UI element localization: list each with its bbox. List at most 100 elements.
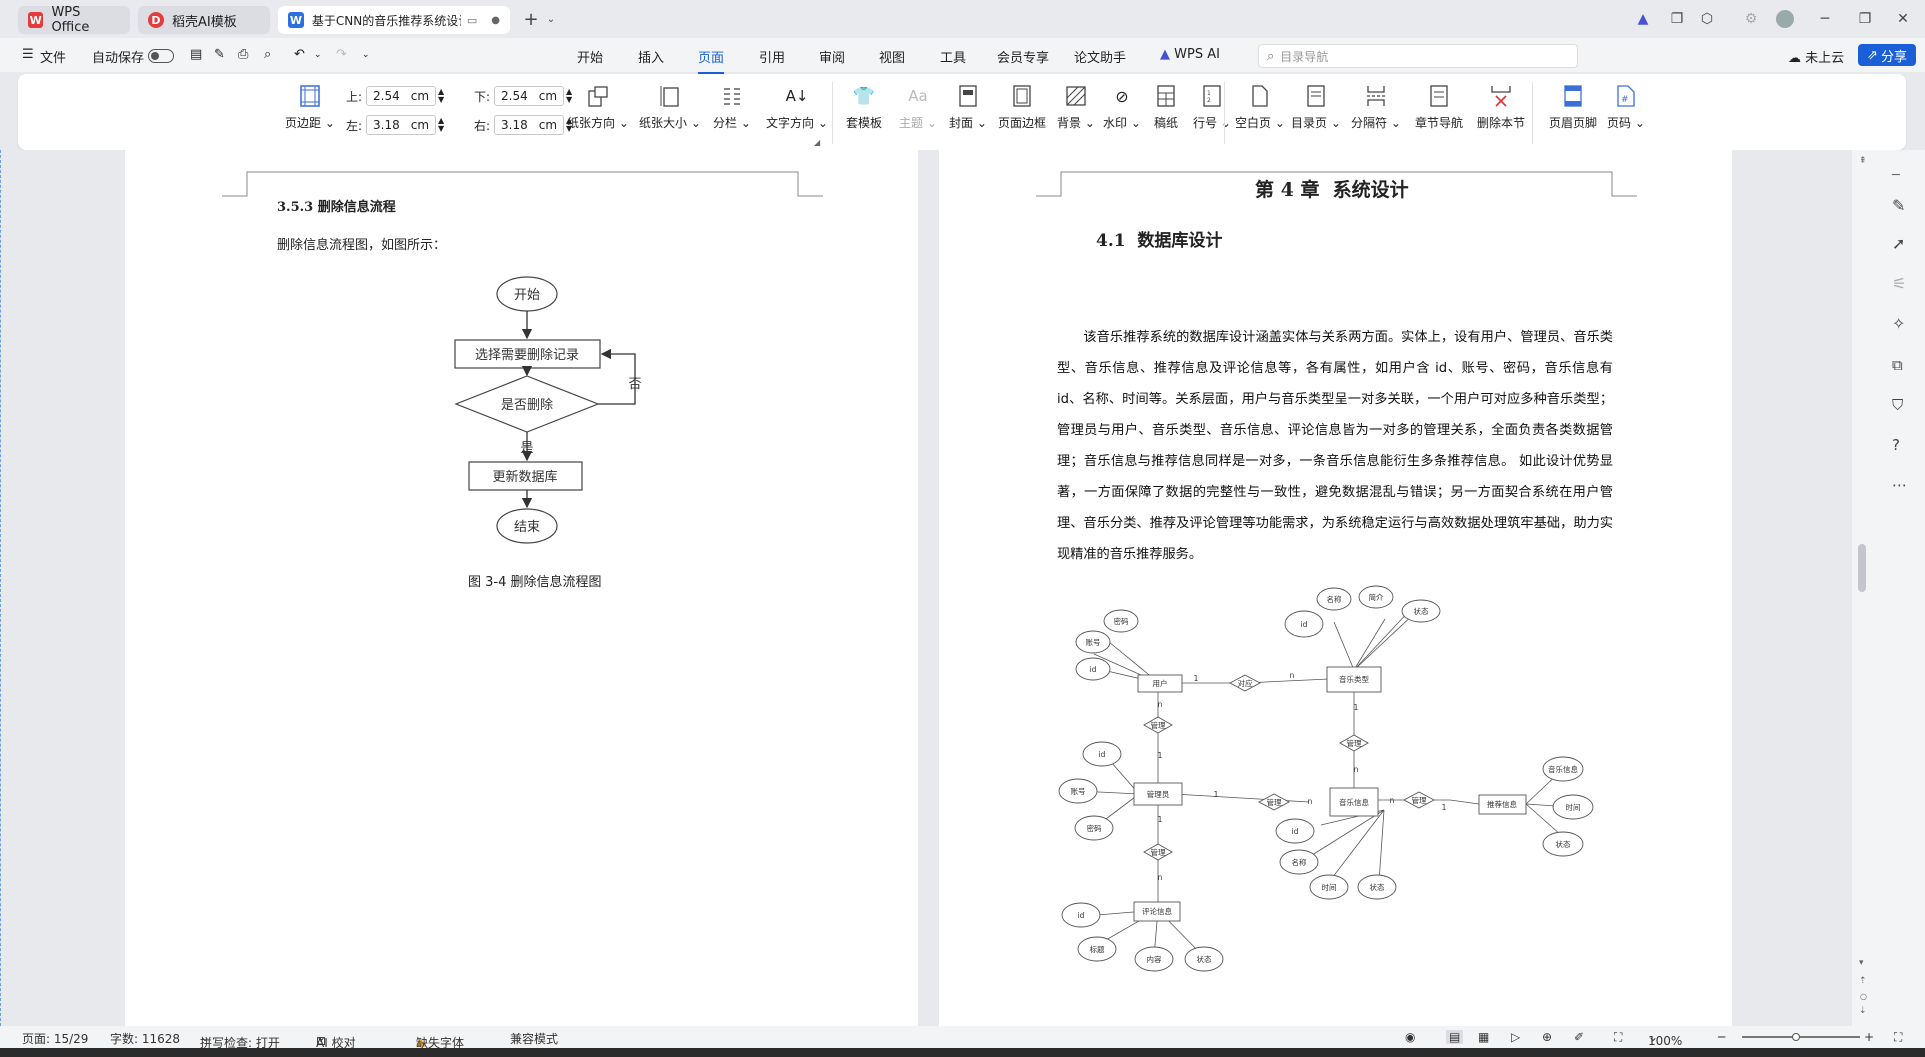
tab-docer-ai[interactable]: D 稻壳AI模板 <box>138 6 270 34</box>
share-button[interactable]: ⇗ 分享 <box>1858 44 1916 66</box>
save-icon[interactable]: ▤ <box>190 47 202 62</box>
header-footer-button[interactable]: 页眉页脚 <box>1542 84 1604 144</box>
print-preview-icon[interactable]: ⌕ <box>264 47 271 62</box>
print-icon[interactable]: ⎙ <box>238 47 248 62</box>
orientation-button[interactable]: 纸张方向 ⌄ <box>566 84 630 144</box>
hamburger-icon[interactable]: ☰ <box>22 47 34 62</box>
intro-text: 删除信息流程图，如图所示： <box>277 238 447 253</box>
avatar[interactable] <box>1774 8 1796 30</box>
theme-button[interactable]: Aa 主题 ⌄ <box>890 84 946 144</box>
ai-check-button[interactable]: ⊡ AI 校对 ⌄ <box>316 1030 356 1050</box>
redo-icon[interactable]: ↷ <box>336 47 347 62</box>
menu-home[interactable]: 开始 <box>577 47 603 66</box>
new-tab-icon[interactable]: + <box>520 8 542 30</box>
menu-reference[interactable]: 引用 <box>759 47 785 66</box>
menu-review[interactable]: 审阅 <box>819 47 845 66</box>
menu-view[interactable]: 视图 <box>879 47 905 66</box>
undo-dropdown-icon[interactable]: ⌄ <box>314 50 322 60</box>
vertical-scrollbar[interactable]: ⇞ ▾ ⇡ ○ ⇣ <box>1852 150 1876 1026</box>
er-label: 状态 <box>1414 606 1430 616</box>
columns-button[interactable]: 分栏 ⌄ <box>704 84 760 144</box>
page-view-icon[interactable]: ▤ <box>1446 1030 1464 1044</box>
separator-button[interactable]: 分隔符 ⌄ <box>1348 84 1404 144</box>
cube-icon[interactable]: ⬡ <box>1696 8 1718 30</box>
prev-page-icon[interactable]: ⇡ <box>1859 976 1867 986</box>
zoom-out-icon[interactable]: ─ <box>1718 1030 1725 1044</box>
paper-size-button[interactable]: 纸张大小 ⌄ <box>638 84 702 144</box>
ribbon-expand-icon[interactable]: ◢ <box>814 138 820 147</box>
window-restore-icon[interactable]: ❐ <box>1666 8 1688 30</box>
zoom-in-icon[interactable]: + <box>1864 1030 1874 1044</box>
outline-view-icon[interactable]: ▦ <box>1478 1030 1489 1044</box>
settings-gear-icon[interactable]: ⚙ <box>1740 8 1762 30</box>
page-number-button[interactable]: # 页码 ⌄ <box>1598 84 1654 144</box>
menu-wps-ai[interactable]: ▲ WPS AI <box>1160 47 1220 62</box>
menu-page[interactable]: 页面 <box>698 47 725 74</box>
template-button[interactable]: 👕 套模板 <box>836 84 892 144</box>
shirt-tool-icon[interactable]: ⛉ <box>1892 396 1903 414</box>
tab-document[interactable]: W 基于CNN的音乐推荐系统设计 ▭ ● <box>278 6 510 34</box>
scroll-up-icon[interactable]: ⇞ <box>1859 156 1867 166</box>
fit-page-icon[interactable]: ⛶ <box>1614 1030 1622 1045</box>
margin-bottom-field[interactable]: 下: 2.54 cm ▲ ▼ <box>474 85 572 107</box>
blank-page-button[interactable]: 空白页 ⌄ <box>1232 84 1288 144</box>
spinner-icon[interactable]: ▲ ▼ <box>438 88 444 104</box>
minimize-icon[interactable]: ─ <box>1814 8 1836 30</box>
tab-list-chevron-icon[interactable]: ⌄ <box>540 8 562 30</box>
spell-check-status[interactable]: 拼写检查: 打开 ⌄ <box>200 1030 280 1050</box>
margin-top-field[interactable]: 上: 2.54 cm ▲ ▼ <box>346 85 444 107</box>
play-icon[interactable]: ▷ <box>1511 1030 1520 1044</box>
file-menu[interactable]: 文件 <box>40 47 66 66</box>
page-left[interactable]: 3.5.3 删除信息流程 删除信息流程图，如图所示： 开始 选择需要删除记录 是… <box>125 150 918 1026</box>
menu-insert[interactable]: 插入 <box>638 47 664 66</box>
web-view-icon[interactable]: ⊕ <box>1542 1030 1552 1044</box>
tab-wps-office[interactable]: W WPS Office <box>18 5 130 35</box>
cursor-icon[interactable]: ➚ <box>1892 234 1905 253</box>
collapse-icon[interactable]: ─ <box>1892 168 1900 183</box>
unsaved-dot-icon[interactable]: ● <box>491 15 500 26</box>
orientation-icon <box>586 84 610 108</box>
pen-icon[interactable]: ✎ <box>1892 196 1905 215</box>
section-nav-button[interactable]: 章节导航 <box>1408 84 1470 144</box>
undo-icon[interactable]: ↶ <box>294 47 305 62</box>
maximize-icon[interactable]: ❐ <box>1854 8 1876 30</box>
menu-tools[interactable]: 工具 <box>940 47 966 66</box>
help-icon[interactable]: ? <box>1892 436 1900 454</box>
zoom-slider[interactable] <box>1742 1033 1860 1041</box>
cloud-status[interactable]: ☁ 未上云 <box>1788 47 1844 66</box>
text-direction-button[interactable]: A↓ 文字方向 ⌄ <box>764 84 830 144</box>
quick-access-dropdown-icon[interactable]: ⌄ <box>362 50 370 60</box>
spinner-icon[interactable]: ▲ ▼ <box>438 117 444 133</box>
scroll-down-icon[interactable]: ▾ <box>1859 958 1864 968</box>
zoom-slider-thumb[interactable] <box>1792 1033 1800 1041</box>
wps-ai-icon[interactable]: ▲ <box>1632 8 1654 30</box>
magic-star-icon[interactable]: ✧ <box>1892 314 1905 333</box>
export-pdf-icon[interactable]: ✎ <box>214 47 225 62</box>
zoom-level[interactable]: 100% ⌄ <box>1648 1030 1682 1048</box>
word-count[interactable]: 字数: 11628 <box>110 1030 180 1047</box>
search-input[interactable]: ⌕ 目录导航 <box>1258 44 1578 68</box>
toc-page-button[interactable]: 目录页 ⌄ <box>1288 84 1344 144</box>
delete-flowchart: 开始 选择需要删除记录 是否删除 否 是 更新数据库 结束 <box>454 276 642 544</box>
page-indicator[interactable]: 页面: 15/29 <box>22 1030 88 1047</box>
flow-update-label: 更新数据库 <box>492 469 557 485</box>
cover-button[interactable]: 封面 ⌄ <box>940 84 996 144</box>
page-border-button[interactable]: 页面边框 <box>994 84 1050 144</box>
write-mode-icon[interactable]: ✐ <box>1574 1030 1584 1044</box>
delete-section-button[interactable]: 删除本节 <box>1470 84 1532 144</box>
close-icon[interactable]: ✕ <box>1892 8 1914 30</box>
fullscreen-icon[interactable]: ⛶ <box>1894 1030 1902 1045</box>
more-icon[interactable]: ⋯ <box>1892 476 1907 494</box>
menu-member[interactable]: 会员专享 <box>997 47 1049 66</box>
menu-thesis[interactable]: 论文助手 <box>1074 47 1126 66</box>
sliders-icon[interactable]: ⚟ <box>1892 274 1906 293</box>
scroll-thumb[interactable] <box>1858 544 1866 592</box>
margins-button[interactable]: 页边距 ⌄ <box>282 84 338 144</box>
margin-right-field[interactable]: 右: 3.18 cm ▲ ▼ <box>474 114 572 136</box>
eye-icon[interactable]: ◉ <box>1405 1030 1415 1044</box>
margin-left-field[interactable]: 左: 3.18 cm ▲ ▼ <box>346 114 444 136</box>
autosave-toggle[interactable] <box>148 49 174 63</box>
next-page-icon[interactable]: ⇣ <box>1859 1006 1867 1016</box>
select-browse-icon[interactable]: ○ <box>1860 992 1867 1001</box>
image-tool-icon[interactable]: ⧉ <box>1892 356 1903 374</box>
